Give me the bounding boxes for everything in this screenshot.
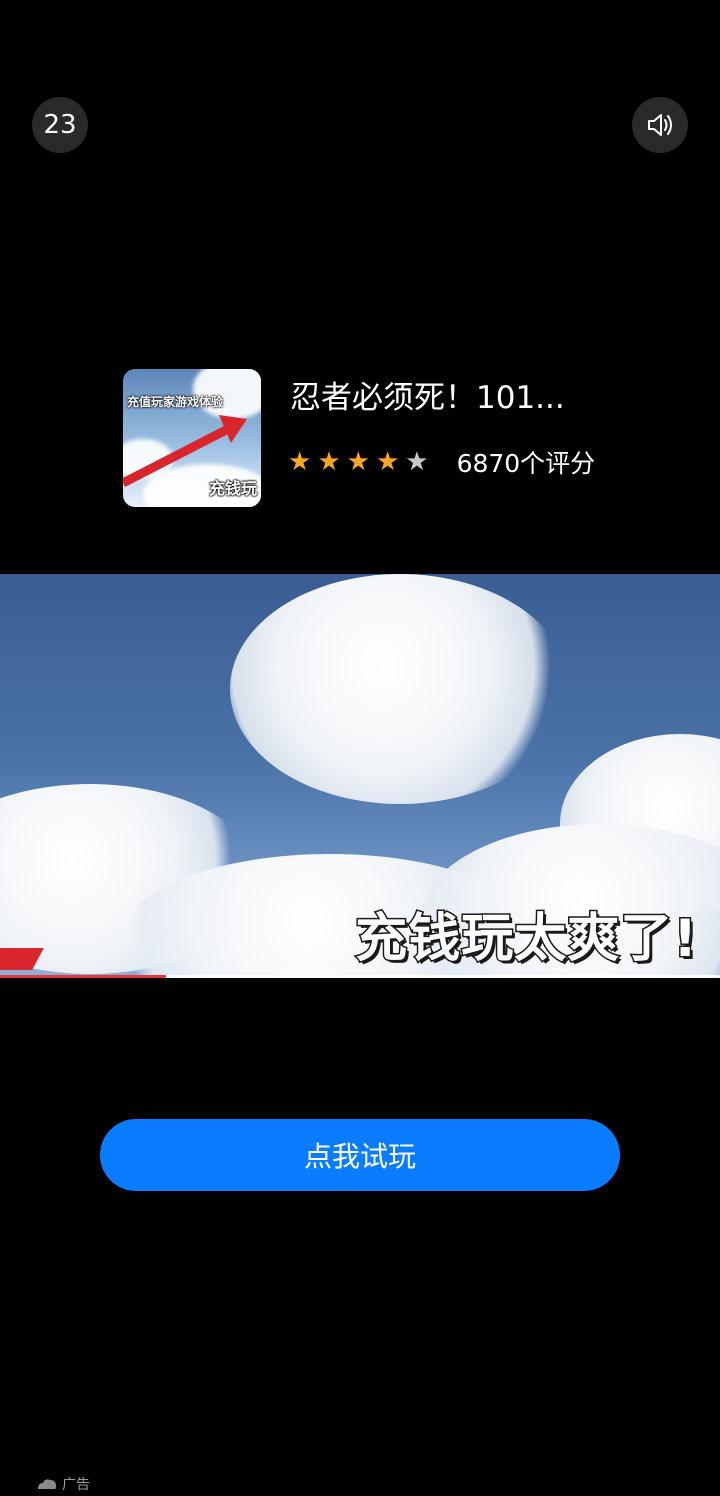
rating-stars: ★ ★ ★ ★ ★: [288, 447, 429, 477]
try-play-button[interactable]: 点我试玩: [100, 1119, 620, 1191]
star-empty-icon: ★: [405, 447, 429, 477]
app-icon-caption-bottom: 充钱玩: [208, 479, 257, 498]
video-progress-bar: [0, 975, 720, 978]
countdown-timer: 23: [32, 97, 88, 153]
video-caption: 充钱玩太爽了!: [354, 908, 699, 971]
sound-toggle-button[interactable]: [632, 97, 688, 153]
ad-video-player[interactable]: 充钱玩太爽了!: [0, 574, 720, 978]
cloud-image: [230, 574, 570, 804]
speaker-volume-icon: [648, 114, 672, 136]
cloud-logo-icon: [38, 1479, 57, 1489]
ad-label: 广告: [36, 1474, 90, 1494]
star-filled-icon: ★: [288, 447, 312, 477]
countdown-value: 23: [43, 110, 77, 140]
rating-row: ★ ★ ★ ★ ★ 6870个评分: [288, 444, 595, 480]
star-filled-icon: ★: [375, 447, 400, 477]
video-progress-fill: [0, 975, 166, 978]
star-filled-icon: ★: [346, 447, 370, 477]
app-icon-caption-top: 充值玩家游戏体验: [127, 395, 224, 409]
app-icon[interactable]: 充值玩家游戏体验 充钱玩: [123, 369, 261, 507]
rating-count: 6870个评分: [456, 449, 596, 478]
star-filled-icon: ★: [317, 447, 341, 477]
app-title[interactable]: 忍者必须死！101...: [290, 372, 565, 417]
ad-label-text: 广告: [62, 1477, 90, 1493]
